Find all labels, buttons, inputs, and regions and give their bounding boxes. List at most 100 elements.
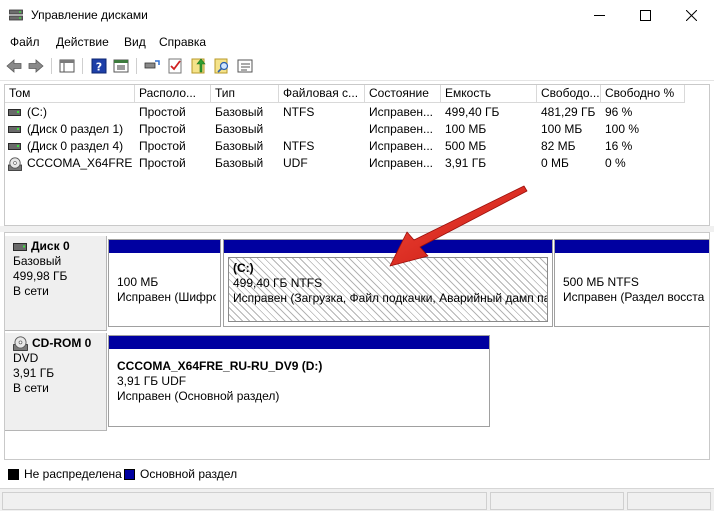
svg-text:?: ? xyxy=(96,61,102,74)
cd-icon xyxy=(8,157,22,171)
disk-size: 499,98 ГБ xyxy=(13,269,68,283)
minimize-icon xyxy=(593,15,605,16)
cell-capacity: 500 МБ xyxy=(445,139,487,153)
up-arrow-icon[interactable] xyxy=(190,57,208,75)
cell-filesystem xyxy=(283,121,363,138)
cell-type: Базовый xyxy=(215,139,264,153)
check-icon[interactable] xyxy=(166,57,184,75)
cell-free: 481,29 ГБ xyxy=(541,105,596,119)
disk-type: DVD xyxy=(13,351,39,365)
partition-size: 499,40 ГБ NTFS xyxy=(233,276,323,290)
cell-capacity: 100 МБ xyxy=(445,122,487,136)
cell-capacity: 3,91 ГБ xyxy=(445,156,487,170)
menu-file[interactable]: Файл xyxy=(10,35,40,49)
disk-0-label[interactable]: Диск 0 Базовый 499,98 ГБ В сети xyxy=(5,236,107,331)
partition-status: Исправен (Загрузка, Файл подкачки, Авари… xyxy=(233,291,548,305)
status-pane xyxy=(490,492,624,510)
title-bar: Управление дисками xyxy=(0,0,714,31)
cell-free-percent: 96 % xyxy=(605,105,633,119)
legend: Не распределена Основной раздел xyxy=(4,460,710,488)
volume-list: Том Располо... Тип Файловая с... Состоян… xyxy=(4,84,710,226)
search-icon[interactable] xyxy=(213,57,231,75)
forward-arrow-icon[interactable] xyxy=(27,57,45,75)
disk-status: В сети xyxy=(13,381,49,395)
cell-volume: (C:) xyxy=(27,105,47,119)
properties-icon[interactable] xyxy=(112,57,130,75)
menu-action[interactable]: Действие xyxy=(56,35,109,49)
cell-layout: Простой xyxy=(139,156,186,170)
cell-free: 0 МБ xyxy=(541,156,569,170)
cell-status: Исправен... xyxy=(369,105,434,119)
column-header-free-percent[interactable]: Свободно % xyxy=(601,85,685,103)
partition-cdrom[interactable]: CCCOMA_X64FRE_RU-RU_DV9 (D:) 3,91 ГБ UDF… xyxy=(108,335,490,427)
toolbar: ? xyxy=(0,53,714,81)
back-arrow-icon[interactable] xyxy=(5,57,23,75)
menu-view[interactable]: Вид xyxy=(124,35,146,49)
cdrom-0-label[interactable]: CD-ROM 0 DVD 3,91 ГБ В сети xyxy=(5,333,107,431)
partition-recovery[interactable]: 500 МБ NTFS Исправен (Раздел восстан xyxy=(554,239,709,327)
table-row[interactable]: (Диск 0 раздел 1) Простой Базовый Исправ… xyxy=(5,121,709,138)
cell-volume: CCCOMA_X64FRE... xyxy=(27,156,133,170)
disk-view: Диск 0 Базовый 499,98 ГБ В сети 100 МБ И… xyxy=(4,232,710,460)
partition-status: Исправен (Основной раздел) xyxy=(117,389,280,403)
partition-efi[interactable]: 100 МБ Исправен (Шифро xyxy=(108,239,221,327)
partition-size: 500 МБ NTFS xyxy=(563,275,639,289)
disk-size: 3,91 ГБ xyxy=(13,366,55,380)
status-bar xyxy=(0,488,714,511)
cell-status: Исправен... xyxy=(369,139,434,153)
column-header-status[interactable]: Состояние xyxy=(365,85,441,103)
cell-capacity: 499,40 ГБ xyxy=(445,105,500,119)
partition-size: 100 МБ xyxy=(117,275,159,289)
list-view-icon[interactable] xyxy=(236,57,254,75)
console-tree-icon[interactable] xyxy=(58,57,76,75)
column-header-layout[interactable]: Располо... xyxy=(135,85,211,103)
cell-free: 82 МБ xyxy=(541,139,576,153)
cdrom-icon xyxy=(13,336,28,351)
partition-status: Исправен (Раздел восстан xyxy=(563,290,705,304)
status-pane xyxy=(2,492,487,510)
cell-status: Исправен... xyxy=(369,156,434,170)
maximize-icon xyxy=(639,10,651,21)
disk-name: CD-ROM 0 xyxy=(32,336,92,350)
drive-icon xyxy=(8,126,21,133)
partition-title: CCCOMA_X64FRE_RU-RU_DV9 (D:) xyxy=(117,359,323,373)
cell-filesystem: UDF xyxy=(283,156,308,170)
cell-type: Базовый xyxy=(215,156,264,170)
minimize-button[interactable] xyxy=(576,0,622,31)
column-header-capacity[interactable]: Емкость xyxy=(441,85,537,103)
cell-status: Исправен... xyxy=(369,122,434,136)
cell-free-percent: 0 % xyxy=(605,156,626,170)
column-header-filesystem[interactable]: Файловая с... xyxy=(279,85,365,103)
table-row[interactable]: (Диск 0 раздел 4) Простой Базовый NTFS И… xyxy=(5,138,709,155)
partition-size: 3,91 ГБ UDF xyxy=(117,374,187,388)
partition-title: (C:) xyxy=(233,261,254,275)
cell-type: Базовый xyxy=(215,105,264,119)
maximize-button[interactable] xyxy=(622,0,668,31)
column-header-type[interactable]: Тип xyxy=(211,85,279,103)
cell-free: 100 МБ xyxy=(541,122,583,136)
cell-type: Базовый xyxy=(215,122,264,136)
table-row[interactable]: CCCOMA_X64FRE... Простой Базовый UDF Исп… xyxy=(5,155,709,172)
disk-management-icon xyxy=(9,9,23,21)
cell-filesystem: NTFS xyxy=(283,139,315,153)
cell-free-percent: 16 % xyxy=(605,139,633,153)
legend-swatch-unallocated xyxy=(8,469,19,480)
table-row[interactable]: (C:) Простой Базовый NTFS Исправен... 49… xyxy=(5,104,709,121)
cell-filesystem: NTFS xyxy=(283,105,315,119)
partition-c[interactable]: (C:) 499,40 ГБ NTFS Исправен (Загрузка, … xyxy=(223,239,553,327)
window-title: Управление дисками xyxy=(31,8,148,22)
close-button[interactable] xyxy=(668,0,714,31)
menu-help[interactable]: Справка xyxy=(159,35,206,49)
connect-icon[interactable] xyxy=(143,57,161,75)
cell-free-percent: 100 % xyxy=(605,122,640,136)
column-header-volume[interactable]: Том xyxy=(5,85,135,103)
hard-disk-icon xyxy=(13,242,27,251)
column-header-free[interactable]: Свободо... xyxy=(537,85,601,103)
help-icon[interactable]: ? xyxy=(90,57,108,75)
legend-primary: Основной раздел xyxy=(140,467,238,481)
disk-name: Диск 0 xyxy=(31,239,70,253)
close-icon xyxy=(685,10,697,21)
partition-status: Исправен (Шифро xyxy=(117,290,216,304)
drive-icon xyxy=(8,143,21,150)
cell-layout: Простой xyxy=(139,139,186,153)
